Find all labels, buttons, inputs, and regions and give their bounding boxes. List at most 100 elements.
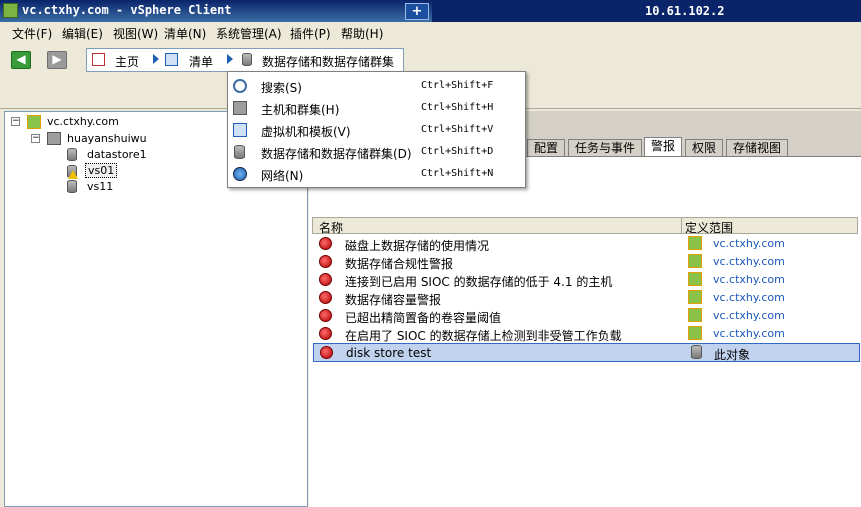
tab-permissions[interactable]: 权限 (685, 139, 724, 156)
menu-plugins[interactable]: 插件(P) (290, 25, 331, 42)
menu-item-shortcut: Ctrl+Shift+D (421, 146, 494, 157)
datastore-icon (242, 53, 252, 66)
remote-session-bar: 10.61.102.2 (432, 0, 861, 22)
column-name[interactable]: 名称 (319, 219, 343, 236)
forward-button[interactable]: ▶ (47, 51, 67, 69)
menu-item-shortcut: Ctrl+Shift+N (421, 168, 494, 179)
tree-node-datastore1[interactable]: datastore1 (87, 148, 147, 161)
menu-item-shortcut: Ctrl+Shift+V (421, 124, 494, 135)
alarm-icon (319, 237, 332, 250)
alarm-icon (319, 273, 332, 286)
alarm-icon (319, 327, 332, 340)
tree-node-datacenter[interactable]: huayanshuiwu (67, 132, 147, 145)
datastore-icon (67, 148, 77, 161)
menu-bar: 文件(F) 编辑(E) 视图(W) 清单(N) 系统管理(A) 插件(P) 帮助… (0, 22, 861, 42)
menu-item-shortcut: Ctrl+Shift+H (421, 102, 494, 113)
menu-item-shortcut: Ctrl+Shift+F (421, 80, 494, 91)
network-icon (233, 167, 247, 181)
chevron-right-icon[interactable] (153, 54, 159, 64)
menu-item-label: 搜索(S) (261, 81, 302, 95)
menu-item-label: 主机和群集(H) (261, 103, 340, 117)
vcenter-icon (27, 115, 41, 129)
menu-item-network[interactable]: 网络(N) Ctrl+Shift+N (228, 163, 525, 185)
scope-link[interactable]: vc.ctxhy.com (713, 327, 785, 340)
tree-node-vs01[interactable]: vs01 (85, 163, 118, 178)
alarm-icon (319, 309, 332, 322)
alarm-icon (319, 255, 332, 268)
menu-item-label: 网络(N) (261, 169, 304, 183)
table-row[interactable]: 数据存储容量警报 vc.ctxhy.com (313, 289, 860, 307)
column-divider[interactable] (681, 218, 682, 234)
tree-node-vcenter[interactable]: vc.ctxhy.com (47, 115, 119, 128)
scope-link[interactable]: vc.ctxhy.com (713, 309, 785, 322)
column-scope[interactable]: 定义范围 (685, 219, 733, 236)
menu-file[interactable]: 文件(F) (12, 25, 52, 42)
menu-item-label: 数据存储和数据存储群集(D) (261, 147, 412, 161)
tab-storage-views[interactable]: 存储视图 (726, 139, 789, 156)
alarm-name: 在启用了 SIOC 的数据存储上检测到非受管工作负载 (345, 329, 622, 343)
table-row-selected[interactable]: disk store test 此对象 (313, 343, 860, 362)
alarm-name: 连接到已启用 SIOC 的数据存储的低于 4.1 的主机 (345, 275, 613, 289)
menu-item-hosts-clusters[interactable]: 主机和群集(H) Ctrl+Shift+H (228, 97, 525, 119)
alarm-icon (319, 291, 332, 304)
table-row[interactable]: 数据存储合规性警报 vc.ctxhy.com (313, 253, 860, 271)
alarm-name: 数据存储合规性警报 (345, 257, 454, 271)
hosts-clusters-icon (233, 101, 247, 115)
breadcrumb-inventory[interactable]: 清单 (189, 53, 213, 70)
menu-administration[interactable]: 系统管理(A) (216, 25, 282, 42)
chevron-right-icon[interactable] (227, 54, 233, 64)
breadcrumb: 主页 清单 数据存储和数据存储群集 (86, 48, 404, 72)
vcenter-icon (688, 326, 702, 340)
vcenter-icon (688, 272, 702, 286)
alarm-name: disk store test (346, 346, 432, 360)
menu-inventory[interactable]: 清单(N) (164, 25, 206, 42)
tree-node-vs11[interactable]: vs11 (87, 180, 113, 193)
scope-text: 此对象 (714, 348, 751, 362)
remote-host-ip: 10.61.102.2 (645, 4, 725, 18)
menu-view[interactable]: 视图(W) (113, 25, 158, 42)
datastore-icon (691, 345, 702, 359)
vm-templates-icon (233, 123, 247, 137)
pin-icon[interactable]: + (405, 3, 429, 20)
table-row[interactable]: 磁盘上数据存储的使用情况 vc.ctxhy.com (313, 235, 860, 253)
scope-link[interactable]: vc.ctxhy.com (713, 273, 785, 286)
search-icon (233, 79, 247, 93)
menu-item-search[interactable]: 搜索(S) Ctrl+Shift+F (228, 75, 525, 97)
menu-item-vms-templates[interactable]: 虚拟机和模板(V) Ctrl+Shift+V (228, 119, 525, 141)
tab-configuration[interactable]: 配置 (527, 139, 566, 156)
menu-item-label: 虚拟机和模板(V) (261, 125, 351, 139)
alarm-name: 已超出精简置备的卷容量阈值 (345, 311, 502, 325)
scope-link[interactable]: vc.ctxhy.com (713, 255, 785, 268)
inventory-icon (165, 53, 178, 66)
warning-icon (68, 170, 78, 179)
datastore-icon (67, 180, 77, 193)
breadcrumb-home[interactable]: 主页 (115, 53, 139, 70)
scope-link[interactable]: vc.ctxhy.com (713, 291, 785, 304)
scope-link[interactable]: vc.ctxhy.com (713, 237, 785, 250)
menu-help[interactable]: 帮助(H) (341, 25, 383, 42)
inventory-dropdown-menu: 搜索(S) Ctrl+Shift+F 主机和群集(H) Ctrl+Shift+H… (227, 71, 526, 188)
window-title: vc.ctxhy.com - vSphere Client (22, 3, 232, 17)
alarm-name: 磁盘上数据存储的使用情况 (345, 239, 490, 253)
grid-header: 名称 定义范围 (312, 217, 858, 236)
collapse-icon[interactable]: − (31, 134, 40, 143)
menu-edit[interactable]: 编辑(E) (62, 25, 103, 42)
vcenter-icon (688, 236, 702, 250)
table-row[interactable]: 已超出精简置备的卷容量阈值 vc.ctxhy.com (313, 307, 860, 325)
tab-alarms[interactable]: 警报 (644, 137, 683, 156)
vcenter-icon (688, 290, 702, 304)
datacenter-icon (47, 132, 61, 145)
collapse-icon[interactable]: − (11, 117, 20, 126)
vsphere-app-icon (3, 3, 18, 18)
table-row[interactable]: 连接到已启用 SIOC 的数据存储的低于 4.1 的主机 vc.ctxhy.co… (313, 271, 860, 289)
breadcrumb-datastores[interactable]: 数据存储和数据存储群集 (262, 53, 394, 70)
vcenter-icon (688, 254, 702, 268)
alarm-icon (320, 346, 333, 359)
datastore-icon (234, 145, 245, 159)
tab-tasks-events[interactable]: 任务与事件 (568, 139, 643, 156)
menu-item-datastores[interactable]: 数据存储和数据存储群集(D) Ctrl+Shift+D (228, 141, 525, 163)
vcenter-icon (688, 308, 702, 322)
back-button[interactable]: ◀ (11, 51, 31, 69)
home-icon (92, 53, 105, 66)
table-row[interactable]: 在启用了 SIOC 的数据存储上检测到非受管工作负载 vc.ctxhy.com (313, 325, 860, 343)
